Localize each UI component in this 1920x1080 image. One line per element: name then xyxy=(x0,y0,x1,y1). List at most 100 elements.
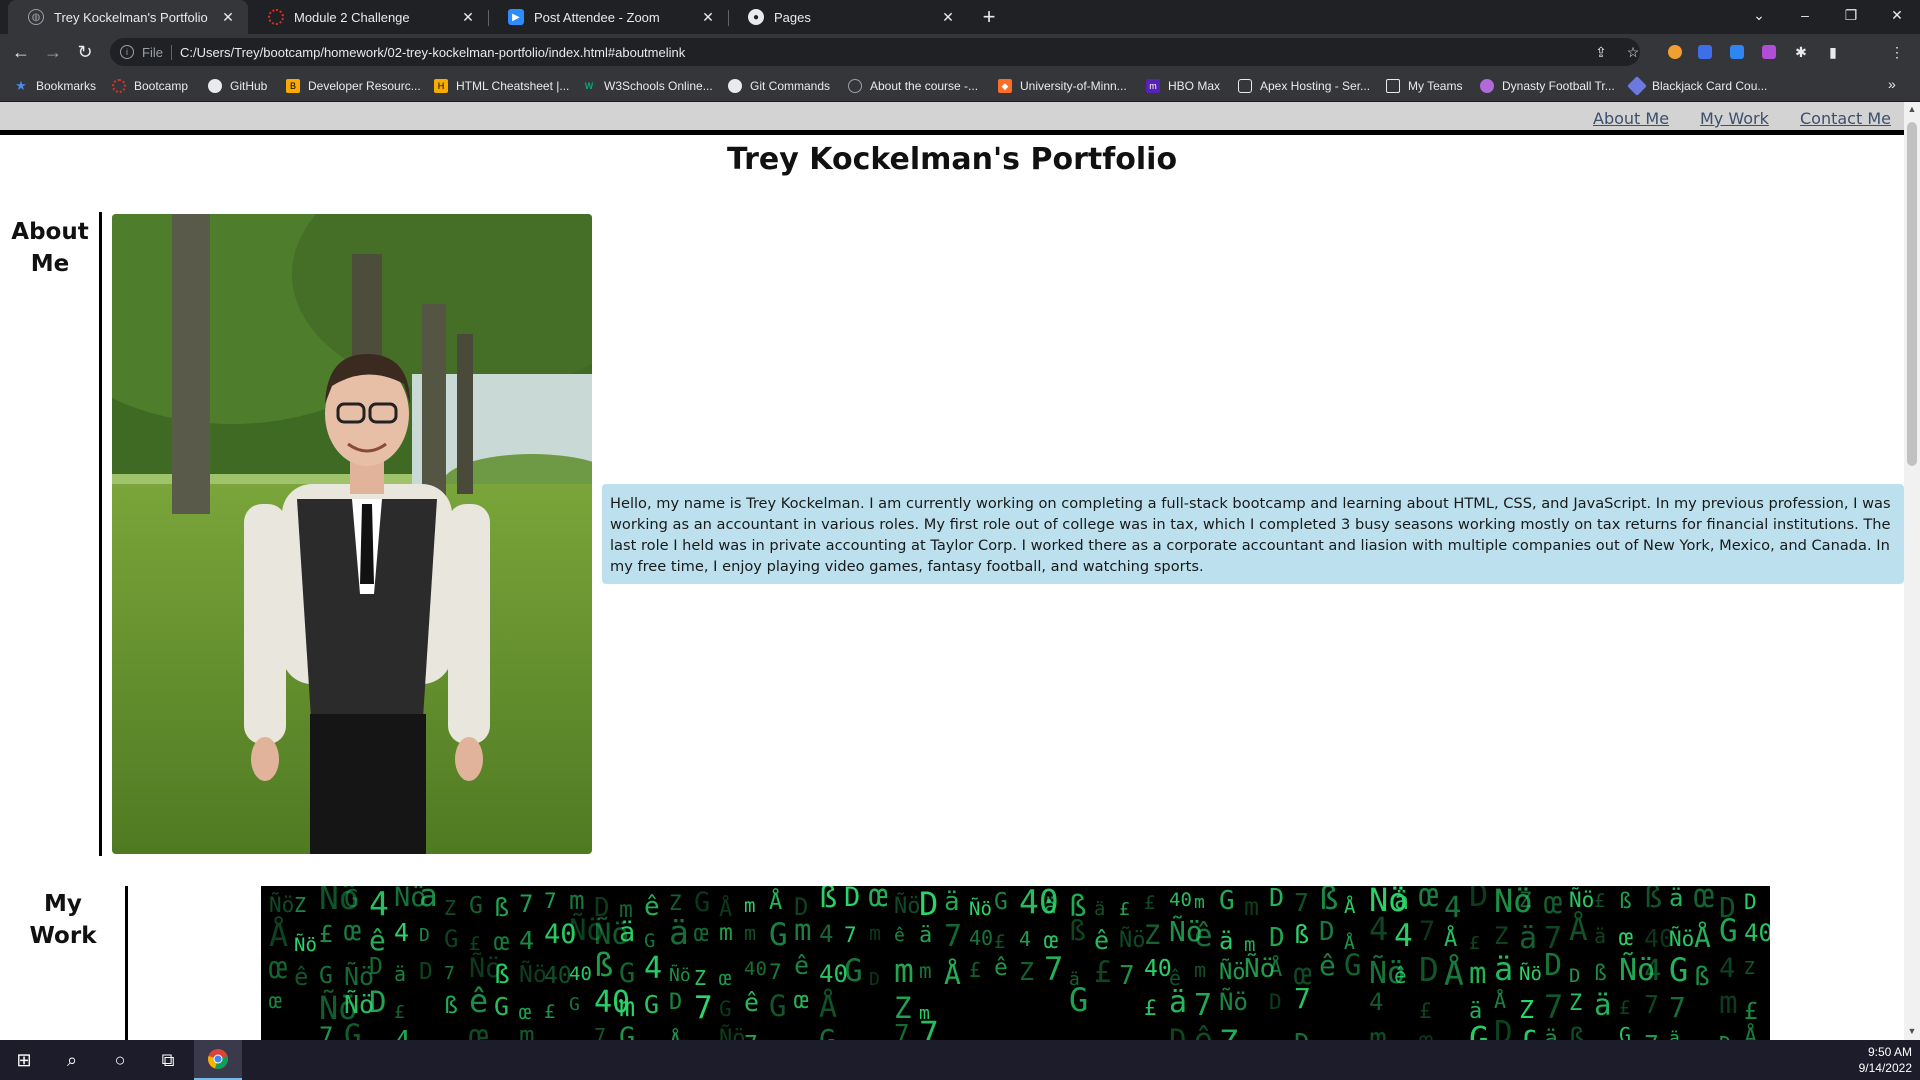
bookmark-item[interactable]: m HBO Max xyxy=(1146,70,1220,102)
matrix-glyph: ß xyxy=(1644,886,1662,915)
matrix-glyph: Å xyxy=(1269,955,1282,982)
bookmark-item[interactable]: About the course -... xyxy=(848,70,978,102)
tab-module-2-challenge[interactable]: Module 2 Challenge ✕ xyxy=(248,0,488,34)
matrix-glyph: G xyxy=(769,917,788,953)
side-panel-icon[interactable]: ▮ xyxy=(1824,43,1842,61)
tab-search-icon[interactable]: ⌄ xyxy=(1736,0,1782,34)
bookmark-item[interactable]: ◆ University-of-Minn... xyxy=(998,70,1127,102)
matrix-glyph: ä xyxy=(1669,886,1683,912)
matrix-glyph: Z xyxy=(1744,958,1755,979)
matrix-glyph: D xyxy=(1269,923,1285,953)
bookmark-item[interactable]: My Teams xyxy=(1386,70,1462,102)
nav-link-contact-me[interactable]: Contact Me xyxy=(1800,109,1891,128)
close-tab-icon[interactable]: ✕ xyxy=(700,9,716,26)
matrix-glyph: £ xyxy=(1094,955,1111,989)
address-bar[interactable]: i File C:/Users/Trey/bootcamp/homework/0… xyxy=(110,38,1640,66)
matrix-glyph: ß xyxy=(1294,920,1309,949)
new-tab-button[interactable]: + xyxy=(976,4,1002,30)
matrix-glyph: œ xyxy=(694,919,709,947)
scroll-down-icon[interactable]: ▼ xyxy=(1904,1026,1920,1036)
extension-audio-icon[interactable] xyxy=(1698,45,1712,59)
my-work-heading: My Work xyxy=(28,888,98,952)
clock-time: 9:50 AM xyxy=(1867,1045,1912,1059)
scroll-up-icon[interactable]: ▲ xyxy=(1904,104,1920,114)
chrome-taskbar-icon[interactable] xyxy=(194,1040,242,1080)
bookmark-item[interactable]: GitHub xyxy=(208,70,267,102)
tab-portfolio[interactable]: ◍ Trey Kockelman's Portfolio ✕ xyxy=(8,0,248,34)
matrix-glyph: 7 xyxy=(744,1032,758,1040)
page-scrollbar[interactable]: ▲ ▼ xyxy=(1904,102,1920,1040)
heading-line: Me xyxy=(30,251,70,277)
bookmark-label: W3Schools Online... xyxy=(604,79,713,93)
tab-zoom[interactable]: ▶ Post Attendee - Zoom ✕ xyxy=(488,0,728,34)
nav-link-about-me[interactable]: About Me xyxy=(1593,109,1669,128)
bookmark-item[interactable]: Apex Hosting - Ser... xyxy=(1238,70,1370,102)
matrix-glyph: ä xyxy=(1219,927,1233,955)
bookmark-label: My Teams xyxy=(1408,79,1463,93)
minimize-button[interactable]: – xyxy=(1782,0,1828,34)
nav-link-my-work[interactable]: My Work xyxy=(1700,109,1769,128)
matrix-glyph: £ xyxy=(319,922,333,948)
matrix-glyph: Å xyxy=(769,888,782,915)
windows-start-icon[interactable]: ⊞ xyxy=(0,1040,48,1080)
tab-pages[interactable]: ● Pages ✕ xyxy=(728,0,968,34)
bookmark-item[interactable]: H HTML Cheatsheet |... xyxy=(434,70,569,102)
bookmark-item[interactable]: Blackjack Card Cou... xyxy=(1627,70,1767,102)
share-icon[interactable]: ⇪ xyxy=(1592,43,1610,61)
matrix-glyph: 4 xyxy=(644,951,662,986)
task-view-icon[interactable]: ⧉ xyxy=(144,1040,192,1080)
extensions-puzzle-icon[interactable]: ✱ xyxy=(1792,43,1810,61)
bookmark-item[interactable]: Bootcamp xyxy=(112,70,188,102)
github-icon xyxy=(208,79,222,93)
tab-title: Post Attendee - Zoom xyxy=(534,9,660,25)
matrix-glyph: Z xyxy=(1019,957,1034,986)
bookmark-star-icon[interactable]: ☆ xyxy=(1624,43,1642,61)
bookmark-item[interactable]: B Developer Resourc... xyxy=(286,70,421,102)
cortana-icon[interactable]: ○ xyxy=(96,1040,144,1080)
close-window-button[interactable]: ✕ xyxy=(1874,0,1920,34)
bookmark-label: Dynasty Football Tr... xyxy=(1502,79,1615,93)
matrix-glyph: 7 xyxy=(894,1020,910,1040)
matrix-glyph: m xyxy=(1194,892,1205,913)
matrix-glyph: œ xyxy=(1419,1028,1433,1040)
matrix-glyph: ä xyxy=(619,917,635,948)
matrix-glyph: G xyxy=(644,930,655,952)
matrix-glyph: G xyxy=(619,1022,635,1040)
close-tab-icon[interactable]: ✕ xyxy=(940,9,956,26)
matrix-glyph: ä xyxy=(1594,988,1611,1022)
address-url[interactable]: C:/Users/Trey/bootcamp/homework/02-trey-… xyxy=(180,45,685,60)
back-button[interactable]: ← xyxy=(8,39,34,65)
bookmark-item[interactable]: W W3Schools Online... xyxy=(582,70,713,102)
matrix-glyph: m xyxy=(869,921,881,945)
extension-arrow-icon[interactable] xyxy=(1730,45,1744,59)
reload-button[interactable]: ↻ xyxy=(72,39,98,65)
restore-button[interactable]: ❐ xyxy=(1828,0,1874,34)
forward-button[interactable]: → xyxy=(40,39,66,65)
matrix-glyph: Ñö xyxy=(669,964,691,986)
system-clock[interactable]: 9:50 AM 9/14/2022 xyxy=(1859,1044,1912,1076)
search-icon[interactable]: ⌕ xyxy=(48,1040,96,1080)
more-bookmarks-icon[interactable]: » xyxy=(1888,76,1896,92)
matrix-glyph: 40 xyxy=(1744,919,1770,947)
zoom-icon: ▶ xyxy=(508,9,524,25)
matrix-glyph: G xyxy=(1069,981,1088,1019)
bookmark-item[interactable]: Dynasty Football Tr... xyxy=(1480,70,1615,102)
menu-kebab-icon[interactable]: ⋮ xyxy=(1888,43,1906,61)
extension-honey-icon[interactable] xyxy=(1668,45,1682,59)
matrix-glyph: Ñö xyxy=(969,897,992,920)
matrix-glyph: £ xyxy=(969,958,981,982)
extension-purple-icon[interactable] xyxy=(1762,45,1776,59)
globe-icon xyxy=(848,79,862,93)
matrix-glyph: 40 xyxy=(1169,889,1192,911)
matrix-glyph: 7 xyxy=(944,919,962,954)
site-info-icon[interactable]: i xyxy=(120,45,134,59)
matrix-glyph: 4 xyxy=(819,920,833,948)
matrix-glyph: m xyxy=(1469,956,1486,990)
matrix-glyph: D xyxy=(1294,1029,1310,1040)
bookmark-item[interactable]: Git Commands xyxy=(728,70,830,102)
matrix-glyph: ß xyxy=(494,893,509,922)
close-tab-icon[interactable]: ✕ xyxy=(220,9,236,26)
scrollbar-thumb[interactable] xyxy=(1907,122,1917,466)
close-tab-icon[interactable]: ✕ xyxy=(460,9,476,26)
bookmark-item[interactable]: ★ Bookmarks xyxy=(14,70,96,102)
